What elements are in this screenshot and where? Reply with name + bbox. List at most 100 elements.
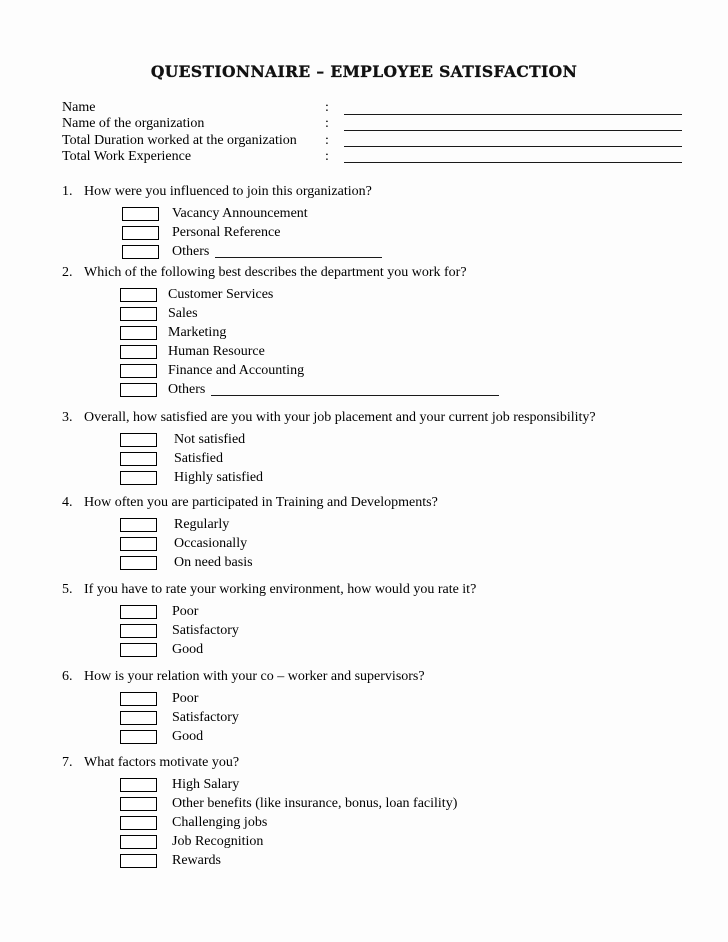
option-row: Satisfied [62,449,702,468]
header-field-input[interactable] [344,162,682,164]
checkbox[interactable] [120,556,157,570]
option-label: Other benefits (like insurance, bonus, l… [172,796,458,811]
checkbox[interactable] [120,854,157,868]
checkbox[interactable] [120,537,157,551]
checkbox[interactable] [120,433,157,447]
option-label: Human Resource [168,344,265,359]
option-label: Vacancy Announcement [172,206,308,221]
checkbox[interactable] [120,797,157,811]
option-row: Satisfactory [62,621,702,640]
checkbox[interactable] [120,326,157,340]
option-row: Sales [62,304,702,323]
option-row: Marketing [62,323,702,342]
checkbox[interactable] [120,624,157,638]
header-field-colon: : [325,132,329,148]
option-label: Good [172,729,204,744]
option-list: Poor Satisfactory Good [62,602,702,659]
checkbox[interactable] [122,207,159,221]
question-heading: 4. How often you are participated in Trai… [62,494,702,513]
question-text: How often you are participated in Traini… [84,495,438,510]
header-field-row: Total Duration worked at the organizatio… [62,133,686,149]
question-heading: 1. How were you influenced to join this o… [62,183,702,202]
option-label: Others [168,382,206,397]
checkbox[interactable] [120,816,157,830]
question-heading: 3. Overall, how satisfied are you with yo… [62,409,702,428]
option-label: Sales [168,306,198,321]
header-field-label: Total Work Experience [62,148,192,164]
option-row: Satisfactory [62,708,702,727]
option-row: Occasionally [62,534,702,553]
option-label: Regularly [174,517,230,532]
checkbox[interactable] [120,711,157,725]
option-write-in-input[interactable] [215,257,382,258]
option-row: Other benefits (like insurance, bonus, l… [62,794,702,813]
question-block: 1. How were you influenced to join this o… [62,183,702,261]
option-list: Poor Satisfactory Good [62,689,702,746]
question-number: 4. [62,495,73,510]
respondent-details-block: Name: Name of the organization: Total Dura… [62,100,686,165]
header-field-input[interactable] [344,146,682,148]
option-label: Satisfactory [172,710,239,725]
page-title: QUESTIONNAIRE – EMPLOYEE SATISFACTION [150,62,578,81]
header-field-label: Name [62,100,96,115]
question-heading: 7. What factors motivate you? [62,754,702,773]
option-label: Customer Services [168,287,274,302]
checkbox[interactable] [122,226,159,240]
header-field-row: Name of the organization: [62,116,686,132]
checkbox[interactable] [120,778,157,792]
checkbox[interactable] [122,245,159,259]
option-write-in-input[interactable] [211,395,499,396]
question-text: How is your relation with your co – work… [84,669,425,684]
option-label: Not satisfied [174,432,246,447]
option-list: Not satisfied Satisfied Highly satisfied [62,430,702,487]
checkbox[interactable] [120,692,157,706]
question-text: If you have to rate your working environ… [84,582,477,597]
checkbox[interactable] [120,730,157,744]
checkbox[interactable] [120,605,157,619]
checkbox[interactable] [120,383,157,397]
question-block: 2. Which of the following best describes … [62,264,702,399]
header-field-label: Name of the organization [62,116,205,132]
option-label: Personal Reference [172,225,281,240]
option-list: Regularly Occasionally On need basis [62,515,702,572]
option-row: Customer Services [62,285,702,304]
question-number: 2. [62,265,73,280]
option-row: Vacancy Announcement [62,204,702,223]
checkbox[interactable] [120,518,157,532]
question-number: 6. [62,669,73,684]
checkbox[interactable] [120,364,157,378]
option-row: On need basis [62,553,702,572]
checkbox[interactable] [120,835,157,849]
checkbox[interactable] [120,643,157,657]
option-row: Good [62,727,702,746]
checkbox[interactable] [120,452,157,466]
option-list: High Salary Other benefits (like insuranc… [62,775,702,870]
option-row: High Salary [62,775,702,794]
option-label: Others [172,244,210,259]
option-row: Poor [62,689,702,708]
header-field-input[interactable] [344,113,682,115]
checkbox[interactable] [120,471,157,485]
option-label: Finance and Accounting [168,363,305,378]
option-row: Others [62,380,702,399]
header-field-input[interactable] [344,129,682,131]
option-row: Human Resource [62,342,702,361]
header-field-colon: : [325,116,329,132]
option-row: Personal Reference [62,223,702,242]
question-number: 1. [62,184,73,199]
checkbox[interactable] [120,288,157,302]
option-label: Occasionally [174,536,248,551]
question-block: 4. How often you are participated in Trai… [62,494,702,572]
question-number: 7. [62,755,73,770]
question-block: 3. Overall, how satisfied are you with yo… [62,409,702,487]
option-row: Rewards [62,851,702,870]
header-field-colon: : [325,100,329,115]
option-label: Job Recognition [172,834,264,849]
question-number: 5. [62,582,73,597]
question-number: 3. [62,410,73,425]
question-heading: 6. How is your relation with your co – wo… [62,668,702,687]
checkbox[interactable] [120,345,157,359]
option-label: Highly satisfied [174,470,264,485]
checkbox[interactable] [120,307,157,321]
question-block: 5. If you have to rate your working envir… [62,581,702,659]
